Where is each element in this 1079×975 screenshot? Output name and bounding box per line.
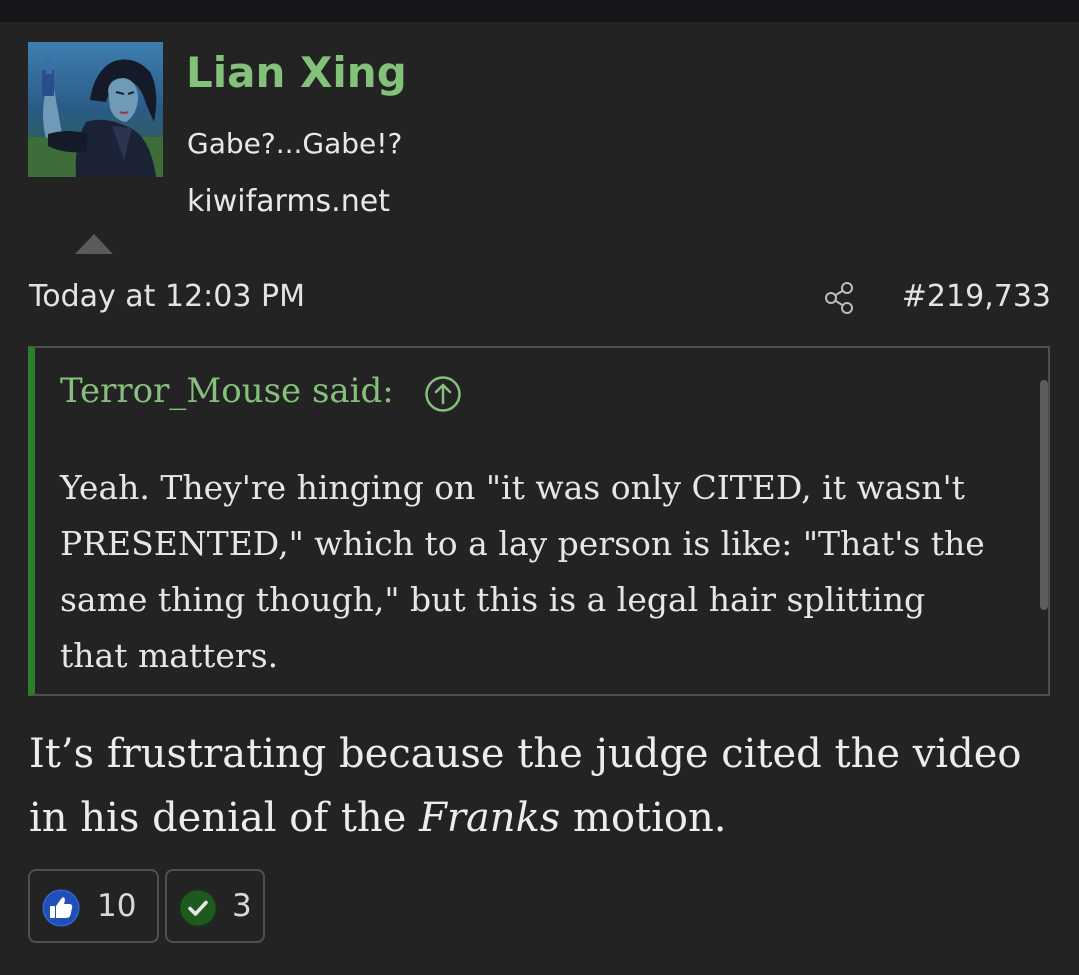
thumbs-up-icon <box>42 889 80 927</box>
jump-to-quote-icon[interactable] <box>424 375 462 413</box>
like-count: 10 <box>97 888 137 924</box>
like-reaction-button[interactable]: 10 <box>28 869 159 943</box>
agree-count: 3 <box>232 888 252 924</box>
quote-text: Yeah. They're hinging on "it was only CI… <box>60 460 1035 684</box>
top-strip <box>0 0 1079 22</box>
agree-reaction-button[interactable]: 3 <box>165 869 265 943</box>
post-body: It’s frustrating because the judge cited… <box>29 722 1059 850</box>
post-date[interactable]: Today at 12:03 PM <box>29 282 305 312</box>
avatar-image <box>28 42 163 177</box>
body-line: in his denial of the Franks motion. <box>29 786 1059 850</box>
quote-author[interactable]: Terror_Mouse said: <box>60 374 394 408</box>
quote-line: that matters. <box>60 636 279 675</box>
body-line: It’s frustrating because the judge cited… <box>29 731 1022 777</box>
user-site: kiwifarms.net <box>187 184 390 219</box>
user-title: Gabe?...Gabe!? <box>187 127 403 160</box>
post-number[interactable]: #219,733 <box>902 282 1051 312</box>
body-text: motion. <box>560 795 727 841</box>
quote-line: same thing though," but this is a legal … <box>60 580 926 619</box>
quote-line: PRESENTED," which to a lay person is lik… <box>60 524 985 563</box>
body-text: in his denial of the <box>29 795 420 841</box>
quote-line: Yeah. They're hinging on "it was only CI… <box>60 468 965 507</box>
checkmark-icon <box>179 889 217 927</box>
user-info-arrow <box>75 234 113 254</box>
share-icon[interactable] <box>822 281 856 315</box>
quote-scrollbar[interactable] <box>1040 380 1048 610</box>
body-italic-text: Franks <box>419 795 561 841</box>
user-avatar[interactable] <box>28 42 163 177</box>
username[interactable]: Lian Xing <box>186 52 407 94</box>
